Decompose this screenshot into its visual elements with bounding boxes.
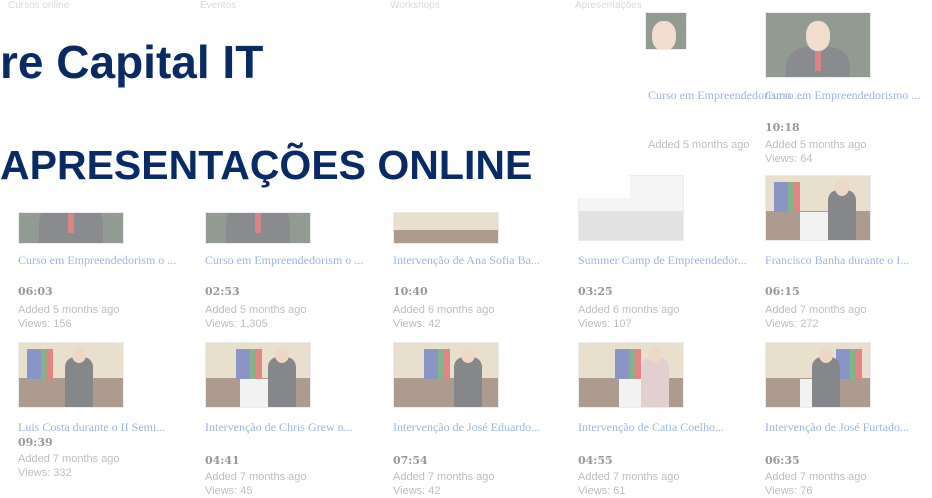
video-views: Views: 42: [393, 485, 441, 497]
video-added: Added 5 months ago: [765, 139, 867, 151]
video-views: Views: 64: [765, 153, 813, 165]
video-thumbnail[interactable]: [765, 342, 871, 408]
video-duration: 07:54: [393, 454, 428, 467]
video-added: Added 7 months ago: [393, 471, 495, 483]
video-duration: 06:35: [765, 454, 800, 467]
video-duration: 04:55: [578, 454, 613, 467]
video-title-link[interactable]: Francisco Banha durante o I...: [765, 253, 932, 267]
video-added: Added 5 months ago: [648, 139, 750, 151]
video-thumbnail[interactable]: [18, 342, 124, 408]
video-title-link[interactable]: Intervenção de José Eduardo...: [393, 420, 573, 434]
video-added: Added 6 months ago: [578, 304, 680, 316]
video-thumbnail[interactable]: [765, 175, 871, 241]
top-strip-item[interactable]: Apresentações: [575, 0, 642, 11]
video-title-link[interactable]: Intervenção de Chris Grew n...: [205, 420, 385, 434]
video-views: Views: 45: [205, 485, 253, 497]
video-added: Added 7 months ago: [578, 471, 680, 483]
video-duration: 09:39: [18, 436, 53, 449]
section-title: APRESENTAÇÕES ONLINE: [0, 142, 533, 188]
video-thumbnail[interactable]: [645, 12, 687, 50]
video-title-link[interactable]: Intervenção de Ana Sofia Ba...: [393, 253, 573, 267]
video-added: Added 5 months ago: [205, 304, 307, 316]
top-strip-item[interactable]: Workshops: [390, 0, 440, 11]
video-thumbnail[interactable]: [205, 212, 311, 244]
page-title: re Capital IT: [0, 36, 264, 88]
video-duration: 02:53: [205, 285, 240, 298]
video-thumbnail[interactable]: [18, 212, 124, 244]
video-thumbnail[interactable]: [765, 12, 871, 78]
video-views: Views: 272: [765, 318, 819, 330]
video-views: Views: 42: [393, 318, 441, 330]
video-added: Added 5 months ago: [18, 304, 120, 316]
video-added: Added 7 months ago: [765, 304, 867, 316]
video-duration: 10:40: [393, 285, 428, 298]
video-thumbnail[interactable]: [578, 342, 684, 408]
video-views: Views: 107: [578, 318, 632, 330]
video-views: Views: 332: [18, 467, 72, 479]
video-views: Views: 1,305: [205, 318, 268, 330]
video-duration: 06:15: [765, 285, 800, 298]
video-added: Added 7 months ago: [205, 471, 307, 483]
top-strip-item[interactable]: Cursos online: [8, 0, 69, 11]
video-added: Added 7 months ago: [18, 453, 120, 465]
video-added: Added 6 months ago: [393, 304, 495, 316]
video-views: Views: 156: [18, 318, 72, 330]
video-title-link[interactable]: Luis Costa durante o II Semi...: [18, 420, 198, 434]
video-title-link[interactable]: Summer Camp de Empreendedor...: [578, 253, 758, 267]
video-title-link[interactable]: Curso em Empreendedorism o ...: [205, 253, 385, 267]
video-thumbnail[interactable]: [393, 342, 499, 408]
video-views: Views: 61: [578, 485, 626, 497]
video-duration: 03:25: [578, 285, 613, 298]
video-duration: 10:18: [765, 121, 800, 134]
video-thumbnail[interactable]: [393, 212, 499, 244]
video-title-link[interactable]: Curso em Empreendedorismo ...: [765, 88, 932, 102]
top-strip-item[interactable]: Eventos: [200, 0, 236, 11]
video-duration: 06:03: [18, 285, 53, 298]
video-views: Views: 76: [765, 485, 813, 497]
video-title-link[interactable]: Intervenção de José Furtado...: [765, 420, 932, 434]
video-title-link[interactable]: Intervenção de Catia Coelho...: [578, 420, 758, 434]
video-thumbnail[interactable]: [205, 342, 311, 408]
video-title-link[interactable]: Curso em Empreendedorism o ...: [18, 253, 198, 267]
video-duration: 04:41: [205, 454, 240, 467]
video-added: Added 7 months ago: [765, 471, 867, 483]
